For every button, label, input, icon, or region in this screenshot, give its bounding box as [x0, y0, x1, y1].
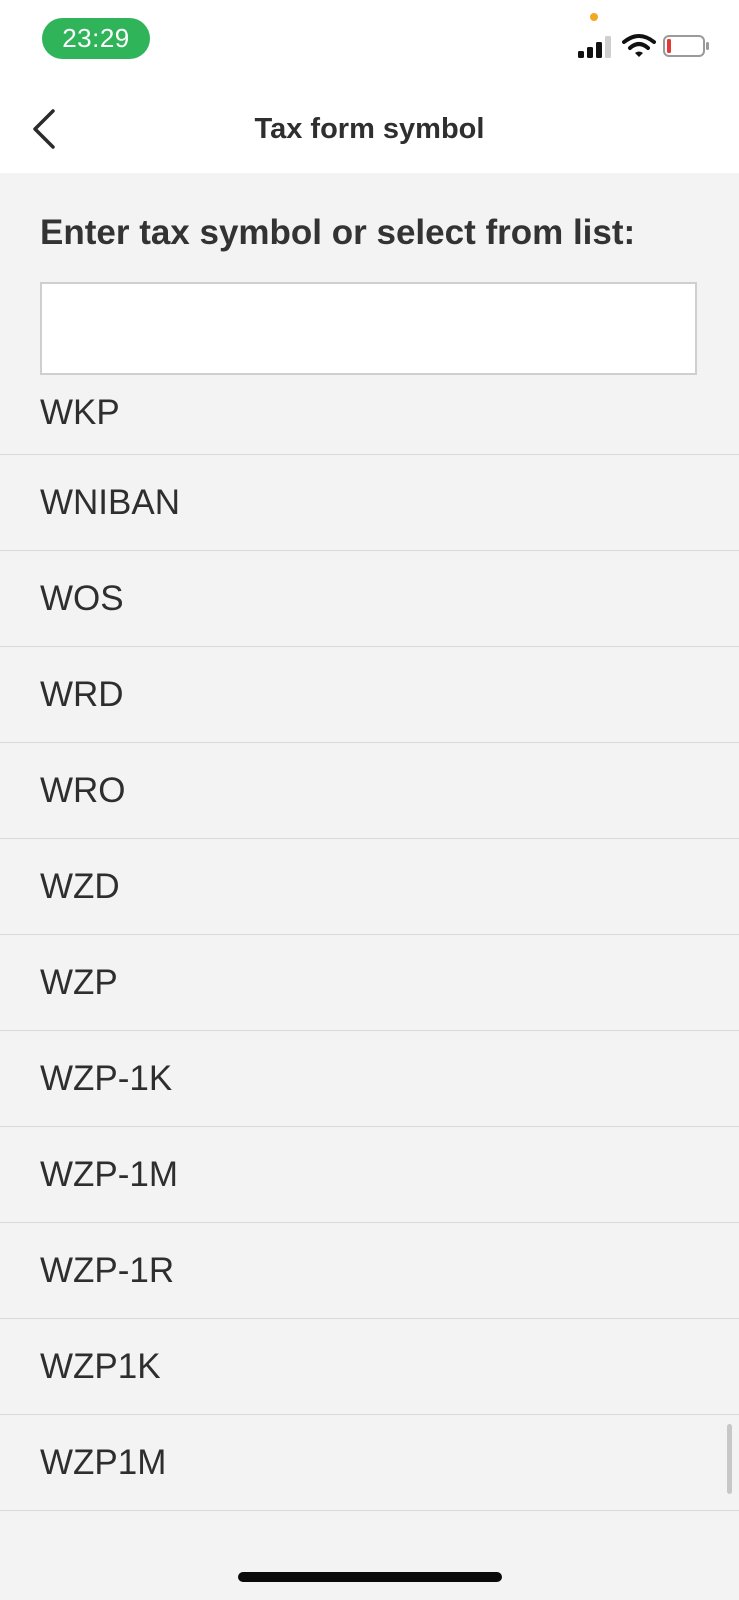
list-item[interactable]: WZP-1K: [0, 1031, 739, 1127]
list-item-label: WRD: [40, 674, 124, 714]
signal-icon: [578, 34, 614, 58]
chevron-left-icon: [33, 109, 55, 149]
list-item-label: WNIBAN: [40, 482, 180, 522]
instruction-label: Enter tax symbol or select from list:: [40, 213, 636, 252]
tax-symbol-list: WKP WNIBAN WOS WRD WRO WZD WZP WZP-1K WZ…: [0, 375, 739, 1511]
scrollbar[interactable]: [727, 1424, 732, 1494]
list-item-label: WZP-1K: [40, 1058, 173, 1098]
list-item[interactable]: WRO: [0, 743, 739, 839]
list-item[interactable]: WZD: [0, 839, 739, 935]
list-item[interactable]: WZP-1R: [0, 1223, 739, 1319]
list-item-label: WZP-1M: [40, 1154, 179, 1194]
list-item-label: WZP-1R: [40, 1250, 175, 1290]
list-item-label: WKP: [40, 393, 120, 432]
battery-icon: [663, 35, 709, 57]
status-time: 23:29: [42, 18, 150, 59]
back-button[interactable]: [22, 102, 72, 158]
list-item[interactable]: WZP1M: [0, 1415, 739, 1511]
list-item-label: WZP1M: [40, 1442, 167, 1482]
list-item-label: WOS: [40, 578, 124, 618]
list-item[interactable]: WOS: [0, 551, 739, 647]
list-item[interactable]: WKP: [0, 375, 739, 455]
list-item-label: WRO: [40, 770, 126, 810]
tax-symbol-input[interactable]: [40, 282, 697, 375]
list-item-label: WZP1K: [40, 1346, 161, 1386]
page-title: Tax form symbol: [254, 113, 485, 145]
list-item[interactable]: WZP: [0, 935, 739, 1031]
privacy-indicator-dot: [590, 13, 598, 21]
list-item[interactable]: WZP1K: [0, 1319, 739, 1415]
list-item[interactable]: WNIBAN: [0, 455, 739, 551]
list-item[interactable]: WRD: [0, 647, 739, 743]
list-item-label: WZP: [40, 962, 118, 1002]
status-bar: 23:29: [0, 0, 739, 86]
list-item-label: WZD: [40, 866, 120, 906]
navigation-bar: Tax form symbol: [0, 86, 739, 173]
wifi-icon: [622, 34, 656, 57]
list-item[interactable]: WZP-1M: [0, 1127, 739, 1223]
home-indicator[interactable]: [238, 1572, 502, 1582]
